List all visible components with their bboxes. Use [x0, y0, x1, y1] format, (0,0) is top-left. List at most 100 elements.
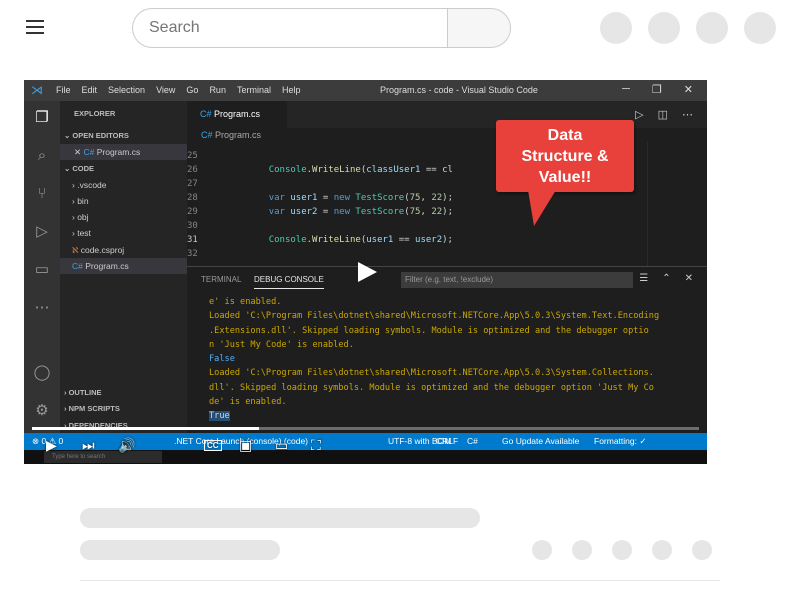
open-editor-item: ✕ C# Program.cs	[60, 144, 187, 160]
more-actions-icon: ⋯	[682, 109, 693, 121]
console-line: e' is enabled.	[209, 297, 282, 307]
callout-line: Data	[547, 127, 583, 144]
panel-tabs: TERMINAL DEBUG CONSOLE Filter (e.g. text…	[187, 267, 707, 293]
vscode-title-bar: ⋊ File Edit Selection View Go Run Termin…	[24, 80, 707, 101]
top-action-placeholder[interactable]	[648, 12, 680, 44]
vscode-explorer: EXPLORER ⌄ OPEN EDITORS ✕ C# Program.cs …	[60, 101, 187, 433]
play-icon[interactable]: ▶	[46, 437, 57, 454]
volume-icon[interactable]: 🔊	[118, 437, 135, 454]
menu-item: Edit	[81, 85, 98, 95]
tree-item: › .vscode	[72, 180, 107, 190]
more-icon: ⋯	[34, 299, 50, 316]
big-play-icon[interactable]	[355, 261, 379, 283]
video-progress-fill	[32, 427, 259, 430]
outline-header: › OUTLINE	[64, 388, 102, 397]
editor-actions: ▷ ◫ ⋯	[635, 108, 693, 121]
action-placeholder[interactable]	[572, 540, 592, 560]
vscode-menu-bar: File Edit Selection View Go Run Terminal…	[56, 85, 300, 95]
code-folder-header: ⌄ CODE	[64, 164, 95, 173]
status-language: C#	[467, 436, 478, 446]
menu-item: View	[156, 85, 176, 95]
title-placeholder	[80, 508, 480, 528]
top-action-placeholder[interactable]	[744, 12, 776, 44]
open-editors-header: ⌄ OPEN EDITORS	[64, 131, 129, 140]
action-placeholder[interactable]	[612, 540, 632, 560]
callout-line: Structure &	[521, 148, 609, 165]
status-formatting: Formatting: ✓	[594, 436, 647, 446]
vscode-logo-icon: ⋊	[31, 83, 43, 97]
console-line: Loaded 'C:\Program Files\dotnet\shared\M…	[209, 368, 654, 379]
close-icon: ✕	[683, 84, 693, 96]
console-line: Loaded 'C:\Program Files\dotnet\shared\M…	[209, 311, 660, 322]
clear-console-icon: ☰	[639, 273, 649, 284]
action-placeholder[interactable]	[692, 540, 712, 560]
files-icon: ❐	[35, 109, 49, 126]
debug-console-output: e' is enabled. Loaded 'C:\Program Files\d…	[209, 295, 705, 424]
menu-item: Go	[186, 85, 199, 95]
remote-explorer-icon: ▭	[34, 261, 50, 278]
video-progress-bar[interactable]	[32, 427, 699, 430]
source-control-icon: ⑂	[37, 185, 47, 202]
vscode-window-title: Program.cs - code - Visual Studio Code	[380, 85, 538, 95]
run-icon: ▷	[635, 109, 644, 121]
miniplayer-icon[interactable]: ▣	[239, 437, 252, 454]
code-line: 31 Console.WriteLine(user1 == user2);	[187, 235, 453, 245]
settings-gear-icon: ⚙	[35, 402, 49, 419]
tree-item: C# Program.cs	[60, 258, 187, 274]
menu-item: Run	[209, 85, 226, 95]
code-line: 28 var user1 = new TestScore(75, 22);	[187, 193, 453, 203]
code-line: 30	[187, 221, 198, 231]
run-debug-icon: ▷	[36, 223, 48, 240]
status-eol: CRLF	[436, 436, 459, 446]
minimize-icon: ─	[622, 83, 630, 95]
action-placeholder[interactable]	[652, 540, 672, 560]
tree-item: › bin	[72, 196, 89, 206]
breadcrumb: C# Program.cs	[201, 130, 262, 140]
callout-pointer	[528, 190, 556, 226]
captions-button[interactable]: CC	[204, 440, 222, 451]
console-line: dll'. Skipped loading symbols. Module is…	[209, 382, 654, 393]
maximize-panel-icon: ⌃	[662, 273, 671, 284]
action-placeholder[interactable]	[532, 540, 552, 560]
status-update: Go Update Available	[502, 436, 580, 446]
fullscreen-icon[interactable]: ⛶	[311, 437, 321, 454]
top-bar	[0, 0, 800, 56]
explorer-title: EXPLORER	[74, 109, 116, 118]
search-input[interactable]	[132, 8, 448, 48]
menu-item: Help	[281, 85, 301, 95]
vscode-activity-bar: ❐ ⌕ ⑂ ▷ ▭ ⋯ ◯ ⚙	[24, 101, 60, 433]
console-line: n 'Just My Code' is enabled.	[209, 339, 354, 350]
console-line: de' is enabled.	[209, 397, 287, 408]
close-panel-icon: ✕	[684, 273, 693, 284]
tree-item: › test	[72, 228, 91, 238]
taskbar-search: Type here to search	[44, 451, 162, 463]
subtitle-placeholder	[80, 540, 280, 560]
top-action-placeholder[interactable]	[600, 12, 632, 44]
data-structure-callout: Data Structure & Value!!	[496, 120, 634, 192]
account-icon: ◯	[33, 364, 51, 381]
console-line: .Extensions.dll'. Skipped loading symbol…	[209, 325, 649, 336]
menu-icon[interactable]	[26, 18, 46, 36]
callout-line: Value!!	[538, 169, 592, 186]
tree-item: › obj	[72, 212, 89, 222]
split-editor-icon: ◫	[657, 109, 668, 121]
editor-tab: C# Program.cs	[187, 101, 287, 128]
divider	[80, 580, 720, 581]
panel-tab-terminal: TERMINAL	[201, 275, 242, 284]
panel-controls: ☰ ⌃ ✕	[639, 273, 693, 284]
minimap	[647, 141, 697, 266]
video-player[interactable]: ⋊ File Edit Selection View Go Run Termin…	[24, 80, 707, 464]
menu-item: File	[56, 85, 71, 95]
theater-mode-icon[interactable]: ▭	[275, 437, 288, 454]
search-button[interactable]	[447, 8, 511, 48]
vscode-panel: TERMINAL DEBUG CONSOLE Filter (e.g. text…	[187, 266, 707, 433]
code-line: 29 var user2 = new TestScore(75, 22);	[187, 207, 453, 217]
console-line-output: True	[209, 411, 230, 422]
top-action-placeholder[interactable]	[696, 12, 728, 44]
dependencies-header: › DEPENDENCIES	[64, 421, 128, 430]
console-filter: Filter (e.g. text, !exclude)	[401, 272, 633, 288]
menu-item: Terminal	[236, 85, 271, 95]
menu-item: Selection	[108, 85, 146, 95]
next-icon[interactable]: ⏭	[82, 437, 95, 454]
tree-item: ℵ code.csproj	[72, 245, 125, 255]
